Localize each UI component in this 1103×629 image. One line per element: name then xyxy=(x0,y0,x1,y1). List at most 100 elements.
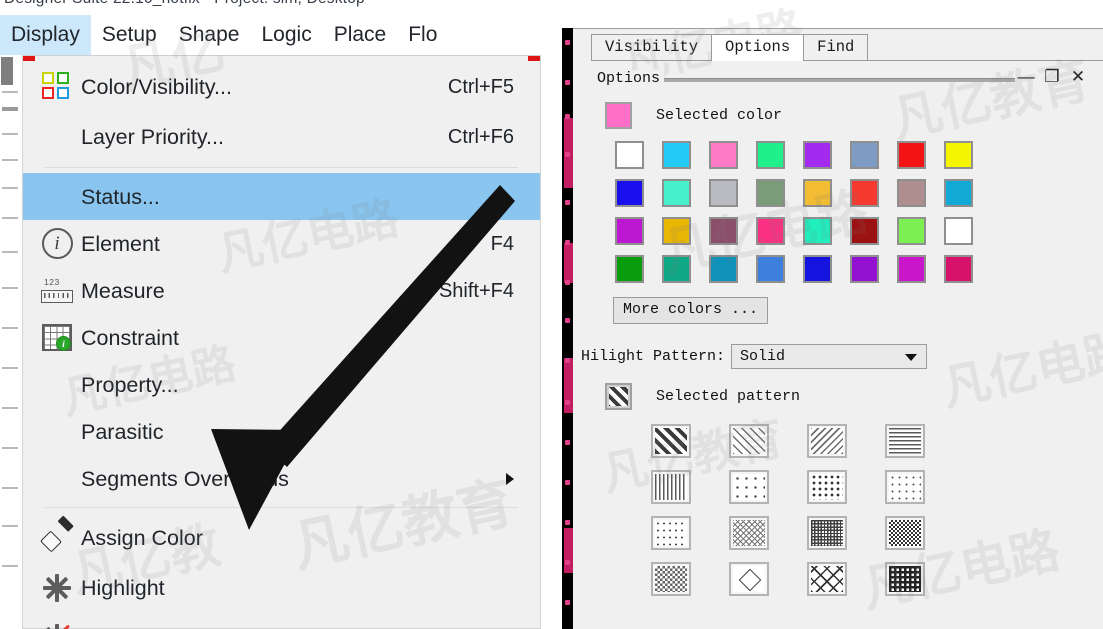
color-swatch-3-5[interactable] xyxy=(850,255,879,283)
pattern-swatch-x-cross[interactable] xyxy=(807,562,847,596)
menu-item-measure[interactable]: 123 Measure Shift+F4 xyxy=(23,267,540,314)
color-swatch-0-0[interactable] xyxy=(615,141,644,169)
color-swatch-2-4[interactable] xyxy=(803,217,832,245)
pattern-fill xyxy=(889,566,921,592)
pattern-palette-grid[interactable] xyxy=(651,424,981,596)
pattern-swatch-crosshatch-fine[interactable] xyxy=(729,516,769,550)
color-swatch-1-5[interactable] xyxy=(850,179,879,207)
tab-find[interactable]: Find xyxy=(803,34,869,60)
display-dropdown-menu[interactable]: Color/Visibility... Ctrl+F5 Layer Priori… xyxy=(22,55,541,629)
menu-item-dehighlight[interactable]: Dehighlight xyxy=(23,613,540,629)
tab-visibility[interactable]: Visibility xyxy=(591,34,713,60)
color-swatch-3-2[interactable] xyxy=(709,255,738,283)
menubar-item-display[interactable]: Display xyxy=(0,15,91,55)
pattern-fill xyxy=(733,428,765,454)
panel-tabstrip[interactable]: Visibility Options Find xyxy=(591,34,1103,61)
pattern-row xyxy=(651,470,981,504)
pattern-swatch-checker-dense[interactable] xyxy=(885,516,925,550)
menubar[interactable]: Display Setup Shape Logic Place Flo xyxy=(0,15,560,55)
selected-color-swatch[interactable] xyxy=(605,102,632,129)
menu-item-parasitic[interactable]: Parasitic xyxy=(23,408,540,455)
tab-options[interactable]: Options xyxy=(711,34,805,61)
more-colors-button[interactable]: More colors ... xyxy=(613,297,769,324)
menubar-item-shape[interactable]: Shape xyxy=(168,15,251,55)
menu-item-icon-slot xyxy=(33,119,81,155)
menu-item-highlight[interactable]: Highlight xyxy=(23,563,540,613)
menu-item-property[interactable]: Property... xyxy=(23,361,540,408)
color-swatch-1-6[interactable] xyxy=(897,179,926,207)
color-swatch-3-1[interactable] xyxy=(662,255,691,283)
pattern-swatch-fine-dots[interactable] xyxy=(885,470,925,504)
pattern-swatch-diamond-outline[interactable] xyxy=(729,562,769,596)
canvas-edge-strip xyxy=(562,28,575,629)
pattern-swatch-diagonal-thick[interactable] xyxy=(651,424,691,458)
pattern-swatch-tiny-dashes[interactable] xyxy=(651,516,691,550)
color-swatch-0-2[interactable] xyxy=(709,141,738,169)
color-swatch-2-0[interactable] xyxy=(615,217,644,245)
menu-item-layer-priority[interactable]: Layer Priority... Ctrl+F6 xyxy=(23,112,540,162)
chevron-right-icon xyxy=(506,472,514,485)
info-icon: i xyxy=(33,226,81,262)
hilight-pattern-select[interactable]: Solid xyxy=(731,344,927,369)
color-swatch-0-3[interactable] xyxy=(756,141,785,169)
color-swatch-1-3[interactable] xyxy=(756,179,785,207)
menu-item-constraint[interactable]: i Constraint xyxy=(23,314,540,361)
selected-pattern-swatch[interactable] xyxy=(605,383,632,410)
color-swatch-2-5[interactable] xyxy=(850,217,879,245)
menu-item-assign-color[interactable]: Assign Color xyxy=(23,513,540,563)
pattern-swatch-grid-bold[interactable] xyxy=(885,562,925,596)
color-swatch-3-4[interactable] xyxy=(803,255,832,283)
color-swatch-3-3[interactable] xyxy=(756,255,785,283)
menu-item-status[interactable]: Status... xyxy=(23,173,540,220)
pattern-fill xyxy=(811,428,843,454)
close-icon[interactable]: ✕ xyxy=(1065,67,1091,87)
pattern-row xyxy=(651,424,981,458)
color-swatch-2-6[interactable] xyxy=(897,217,926,245)
color-swatch-2-3[interactable] xyxy=(756,217,785,245)
color-swatch-0-1[interactable] xyxy=(662,141,691,169)
menu-item-element[interactable]: i Element F4 xyxy=(23,220,540,267)
pattern-swatch-diagonal-thin-left[interactable] xyxy=(729,424,769,458)
group-rule xyxy=(659,78,1015,82)
menubar-item-logic[interactable]: Logic xyxy=(250,15,322,55)
color-swatch-2-2[interactable] xyxy=(709,217,738,245)
color-swatch-0-6[interactable] xyxy=(897,141,926,169)
window-title-fragment: Designer Suite 22.10_hotfix - Project: s… xyxy=(0,0,560,14)
color-swatch-3-7[interactable] xyxy=(944,255,973,283)
group-title: Options xyxy=(597,70,665,87)
pattern-swatch-checker-medium[interactable] xyxy=(651,562,691,596)
menu-item-color-visibility[interactable]: Color/Visibility... Ctrl+F5 xyxy=(23,62,540,112)
menu-item-icon-slot xyxy=(33,179,81,215)
color-swatch-0-4[interactable] xyxy=(803,141,832,169)
menubar-item-place[interactable]: Place xyxy=(323,15,398,55)
constraint-grid-icon: i xyxy=(33,320,81,356)
pattern-swatch-grid-dense[interactable] xyxy=(807,516,847,550)
pattern-swatch-diagonal-thin-right[interactable] xyxy=(807,424,847,458)
color-swatch-0-7[interactable] xyxy=(944,141,973,169)
menu-item-segments-over-voids[interactable]: Segments Over Voids xyxy=(23,455,540,502)
restore-icon[interactable]: ❐ xyxy=(1039,67,1065,87)
menubar-item-setup[interactable]: Setup xyxy=(91,15,168,55)
selected-pattern-row: Selected pattern xyxy=(605,383,1103,410)
pattern-swatch-medium-dots[interactable] xyxy=(807,470,847,504)
pattern-swatch-horizontal-lines[interactable] xyxy=(885,424,925,458)
minimize-icon[interactable]: — xyxy=(1013,67,1039,87)
pattern-swatch-vertical-lines[interactable] xyxy=(651,470,691,504)
color-palette-grid[interactable] xyxy=(615,141,1015,283)
color-swatch-1-0[interactable] xyxy=(615,179,644,207)
pattern-swatch-sparse-dots[interactable] xyxy=(729,470,769,504)
menubar-item-flow[interactable]: Flo xyxy=(397,15,448,55)
left-toolbar-rail xyxy=(0,55,22,629)
color-swatch-0-5[interactable] xyxy=(850,141,879,169)
color-swatch-1-7[interactable] xyxy=(944,179,973,207)
panel-window-buttons[interactable]: — ❐ ✕ xyxy=(1013,67,1091,87)
pattern-fill xyxy=(733,520,765,546)
color-swatch-1-1[interactable] xyxy=(662,179,691,207)
color-swatch-2-7[interactable] xyxy=(944,217,973,245)
menu-item-accelerator: Ctrl+F6 xyxy=(447,126,514,148)
color-swatch-3-0[interactable] xyxy=(615,255,644,283)
color-swatch-3-6[interactable] xyxy=(897,255,926,283)
color-swatch-1-4[interactable] xyxy=(803,179,832,207)
color-swatch-2-1[interactable] xyxy=(662,217,691,245)
color-swatch-1-2[interactable] xyxy=(709,179,738,207)
